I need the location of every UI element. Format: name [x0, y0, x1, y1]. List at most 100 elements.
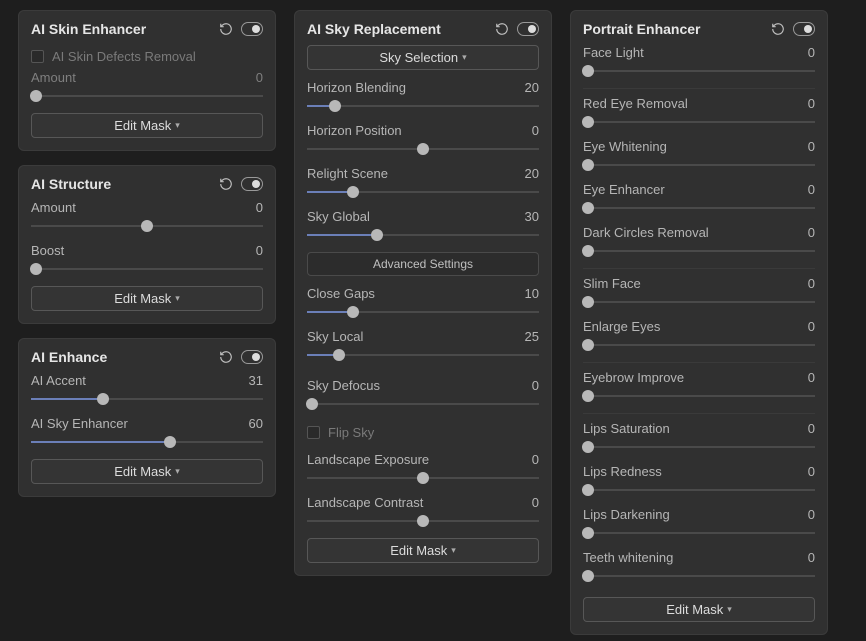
slider-label: Dark Circles Removal	[583, 225, 709, 240]
slider-landscape-contrast[interactable]: Landscape Contrast 0	[307, 495, 539, 528]
undo-icon[interactable]	[219, 177, 233, 191]
chevron-down-icon: ▾	[175, 293, 180, 304]
slider-eyebrow-improve[interactable]: Eyebrow Improve 0	[583, 370, 815, 403]
chevron-down-icon: ▾	[175, 120, 180, 131]
divider	[583, 362, 815, 364]
toggle-icon[interactable]	[241, 350, 263, 364]
undo-icon[interactable]	[771, 22, 785, 36]
slider-amount[interactable]: Amount 0	[31, 70, 263, 103]
slider-horizon-position[interactable]: Horizon Position 0	[307, 123, 539, 156]
undo-icon[interactable]	[219, 350, 233, 364]
slider-landscape-exposure[interactable]: Landscape Exposure0	[307, 452, 539, 485]
toggle-icon[interactable]	[241, 177, 263, 191]
slider-value: 0	[808, 225, 815, 240]
slider-sky-defocus[interactable]: Sky Defocus 0	[307, 378, 539, 411]
slider-value: 0	[808, 139, 815, 154]
slider-value: 0	[256, 243, 263, 258]
slider-label: Eyebrow Improve	[583, 370, 684, 385]
slider-value: 20	[525, 80, 539, 95]
slider-label: Close Gaps	[307, 286, 375, 301]
sky-selection-button[interactable]: Sky Selection▾	[307, 45, 539, 70]
slider-lips-redness[interactable]: Lips Redness0	[583, 464, 815, 497]
panel-ai-sky-replacement: AI Sky Replacement Sky Selection▾ Horizo…	[294, 10, 552, 576]
slider-value: 25	[525, 329, 539, 344]
slider-eye-enhancer[interactable]: Eye Enhancer 0	[583, 182, 815, 215]
slider-teeth-whitening[interactable]: Teeth whitening 0	[583, 550, 815, 583]
slider-ai-sky-enhancer[interactable]: AI Sky Enhancer60	[31, 416, 263, 449]
slider-label: Enlarge Eyes	[583, 319, 660, 334]
panel-title: AI Enhance	[31, 349, 107, 365]
slider-sky-local[interactable]: Sky Local25	[307, 329, 539, 362]
slider-value: 0	[808, 421, 815, 436]
slider-label: Amount	[31, 70, 76, 85]
slider-eye-whitening[interactable]: Eye Whitening 0	[583, 139, 815, 172]
ai-skin-defects-checkbox[interactable]: AI Skin Defects Removal	[31, 45, 263, 70]
chevron-down-icon: ▾	[451, 545, 456, 556]
slider-boost[interactable]: Boost 0	[31, 243, 263, 276]
slider-sky-global[interactable]: Sky Global30	[307, 209, 539, 242]
slider-label: Eye Whitening	[583, 139, 667, 154]
panel-title: Portrait Enhancer	[583, 21, 700, 37]
slider-value: 0	[532, 495, 539, 510]
slider-value: 31	[249, 373, 263, 388]
slider-red-eye-removal[interactable]: Red Eye Removal0	[583, 96, 815, 129]
edit-mask-button[interactable]: Edit Mask▾	[31, 113, 263, 138]
slider-value: 0	[532, 123, 539, 138]
slider-label: Boost	[31, 243, 64, 258]
slider-value: 60	[249, 416, 263, 431]
advanced-settings-button[interactable]: Advanced Settings	[307, 252, 539, 276]
slider-label: Horizon Position	[307, 123, 402, 138]
slider-value: 0	[808, 550, 815, 565]
edit-mask-button[interactable]: Edit Mask▾	[31, 286, 263, 311]
panel-title: AI Structure	[31, 176, 111, 192]
slider-value: 0	[808, 507, 815, 522]
slider-label: Sky Defocus	[307, 378, 380, 393]
slider-label: Landscape Contrast	[307, 495, 423, 510]
edit-mask-button[interactable]: Edit Mask▾	[583, 597, 815, 622]
slider-label: Lips Saturation	[583, 421, 670, 436]
slider-value: 30	[525, 209, 539, 224]
slider-horizon-blending[interactable]: Horizon Blending20	[307, 80, 539, 113]
checkbox-icon	[307, 426, 320, 439]
checkbox-label: Flip Sky	[328, 425, 374, 440]
panel-title: AI Sky Replacement	[307, 21, 441, 37]
slider-value: 0	[532, 378, 539, 393]
slider-value: 0	[808, 182, 815, 197]
slider-ai-accent[interactable]: AI Accent 31	[31, 373, 263, 406]
slider-dark-circles-removal[interactable]: Dark Circles Removal 0	[583, 225, 815, 258]
divider	[583, 413, 815, 415]
slider-value: 0	[808, 464, 815, 479]
slider-close-gaps[interactable]: Close Gaps10	[307, 286, 539, 319]
edit-mask-button[interactable]: Edit Mask▾	[307, 538, 539, 563]
slider-value: 0	[532, 452, 539, 467]
slider-face-light[interactable]: Face Light0	[583, 45, 815, 78]
slider-label: Relight Scene	[307, 166, 388, 181]
flip-sky-checkbox[interactable]: Flip Sky	[307, 421, 539, 446]
slider-value: 0	[808, 370, 815, 385]
slider-label: Lips Darkening	[583, 507, 670, 522]
toggle-icon[interactable]	[241, 22, 263, 36]
panel-ai-skin-enhancer: AI Skin Enhancer AI Skin Defects Removal…	[18, 10, 276, 151]
panel-portrait-enhancer: Portrait Enhancer Face Light0 Red Eye Re…	[570, 10, 828, 635]
panel-title: AI Skin Enhancer	[31, 21, 146, 37]
undo-icon[interactable]	[219, 22, 233, 36]
chevron-down-icon: ▾	[462, 52, 467, 63]
undo-icon[interactable]	[495, 22, 509, 36]
slider-lips-darkening[interactable]: Lips Darkening 0	[583, 507, 815, 540]
toggle-icon[interactable]	[517, 22, 539, 36]
slider-relight-scene[interactable]: Relight Scene20	[307, 166, 539, 199]
slider-label: Eye Enhancer	[583, 182, 665, 197]
slider-enlarge-eyes[interactable]: Enlarge Eyes0	[583, 319, 815, 352]
edit-mask-button[interactable]: Edit Mask▾	[31, 459, 263, 484]
slider-lips-saturation[interactable]: Lips Saturation 0	[583, 421, 815, 454]
toggle-icon[interactable]	[793, 22, 815, 36]
slider-value: 0	[808, 45, 815, 60]
slider-label: AI Accent	[31, 373, 86, 388]
divider	[583, 268, 815, 270]
slider-value: 0	[256, 70, 263, 85]
slider-slim-face[interactable]: Slim Face0	[583, 276, 815, 309]
slider-amount[interactable]: Amount0	[31, 200, 263, 233]
chevron-down-icon: ▾	[727, 604, 732, 615]
divider	[583, 88, 815, 90]
slider-label: Teeth whitening	[583, 550, 673, 565]
